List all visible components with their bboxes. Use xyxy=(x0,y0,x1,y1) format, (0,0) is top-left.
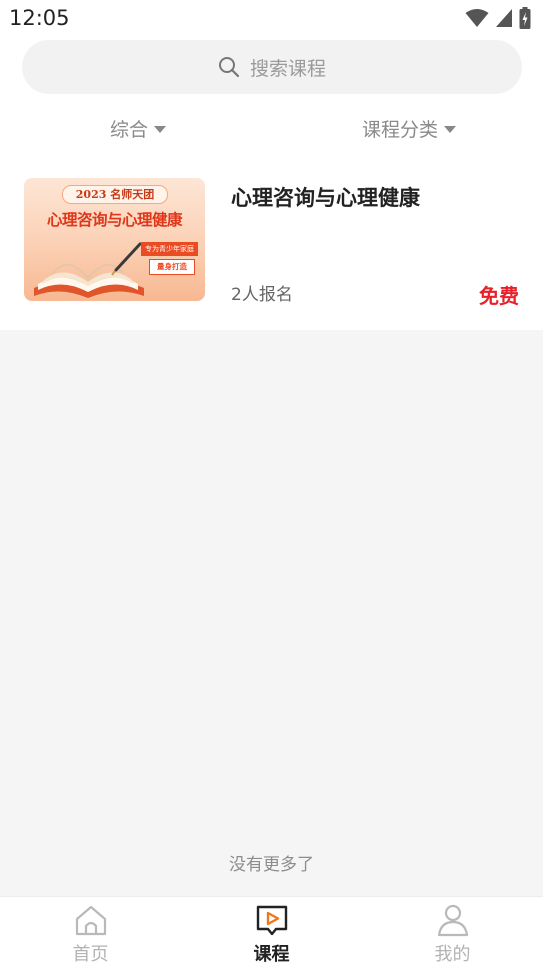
status-icons xyxy=(465,7,531,29)
caret-down-icon xyxy=(154,125,167,133)
course-thumbnail: 2023 名师天团 心理咨询与心理健康 专为青少年家庭 量身打造 xyxy=(24,178,205,301)
caret-down-icon xyxy=(444,125,457,133)
thumbnail-headline: 心理咨询与心理健康 xyxy=(46,211,183,229)
tab-profile[interactable]: 我的 xyxy=(362,897,543,968)
course-enroll-count: 2人报名 xyxy=(231,285,293,305)
tab-home[interactable]: 首页 xyxy=(0,897,181,968)
sort-filter-label: 综合 xyxy=(110,118,149,141)
course-card[interactable]: 2023 名师天团 心理咨询与心理健康 专为青少年家庭 量身打造 心理咨询与心理… xyxy=(0,162,543,328)
profile-icon xyxy=(437,904,468,937)
search-icon xyxy=(218,57,240,78)
thumbnail-badge-top: 专为青少年家庭 xyxy=(141,242,198,256)
course-title: 心理咨询与心理健康 xyxy=(231,186,420,210)
end-of-list-text: 没有更多了 xyxy=(229,855,314,875)
course-price: 免费 xyxy=(479,284,519,308)
sort-filter-dropdown[interactable]: 综合 xyxy=(110,108,167,148)
thumbnail-year-tag: 2023 名师天团 xyxy=(62,185,168,204)
wifi-icon xyxy=(465,9,489,27)
tab-home-label: 首页 xyxy=(72,944,109,965)
filter-bar: 综合 课程分类 xyxy=(0,108,543,148)
status-bar: 12:05 xyxy=(0,0,543,36)
tab-course[interactable]: 课程 xyxy=(181,897,362,968)
category-filter-label: 课程分类 xyxy=(362,118,439,141)
tab-course-label: 课程 xyxy=(253,944,290,965)
tab-profile-label: 我的 xyxy=(434,944,471,965)
category-filter-dropdown[interactable]: 课程分类 xyxy=(362,108,457,148)
status-time: 12:05 xyxy=(9,6,70,30)
course-play-icon xyxy=(256,905,287,936)
home-icon xyxy=(75,905,106,936)
cell-signal-icon xyxy=(496,9,512,27)
search-placeholder: 搜索课程 xyxy=(249,57,326,80)
thumbnail-badge-bottom: 量身打造 xyxy=(149,259,195,275)
open-book-icon xyxy=(34,242,144,298)
search-bar[interactable]: 搜索课程 xyxy=(22,40,522,94)
bottom-tab-bar: 首页 课程 我的 xyxy=(0,896,543,968)
battery-charging-icon xyxy=(519,7,531,29)
